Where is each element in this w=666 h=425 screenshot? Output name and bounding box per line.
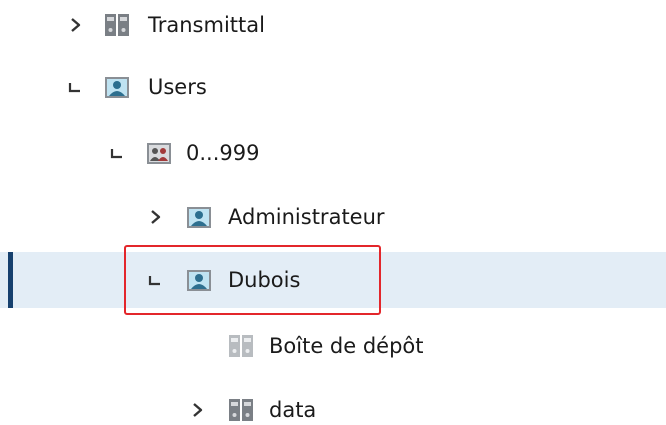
chevron-right-icon[interactable]	[188, 400, 208, 420]
chevron-right-icon[interactable]	[146, 207, 166, 227]
tree-node-label: data	[269, 398, 317, 422]
chevron-right-icon[interactable]	[66, 15, 86, 35]
tree-node-label: Boîte de dépôt	[269, 334, 424, 358]
highlight-box	[124, 245, 381, 315]
tree-node-data[interactable]: data	[0, 382, 666, 425]
dropbox-folder-icon	[228, 333, 254, 359]
tree-node-label: Users	[148, 75, 207, 99]
user-folder-icon	[104, 74, 130, 100]
folder-binder-icon	[104, 12, 130, 38]
tree-node-boite-de-depot[interactable]: Boîte de dépôt	[0, 318, 666, 374]
selection-indicator	[8, 252, 13, 308]
tree-node-label: 0...999	[186, 141, 260, 165]
folder-binder-icon	[228, 397, 254, 423]
expanded-corner-icon[interactable]	[66, 77, 86, 97]
tree-node-administrateur[interactable]: Administrateur	[0, 189, 666, 245]
group-folder-icon	[146, 140, 172, 166]
user-folder-icon	[186, 204, 212, 230]
navigation-tree: Transmittal Users 0...999 Administrateur…	[0, 0, 666, 425]
expanded-corner-icon[interactable]	[108, 143, 128, 163]
tree-node-label: Administrateur	[228, 205, 385, 229]
tree-node-transmittal[interactable]: Transmittal	[0, 0, 666, 53]
tree-node-label: Transmittal	[148, 13, 265, 37]
tree-node-users[interactable]: Users	[0, 59, 666, 115]
tree-node-0-999[interactable]: 0...999	[0, 125, 666, 181]
